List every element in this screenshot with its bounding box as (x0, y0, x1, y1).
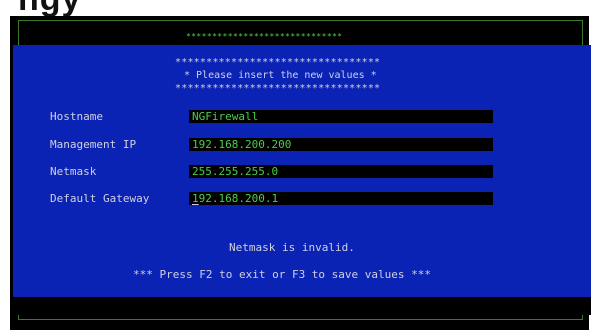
default-gateway-value: 192.168.200.1 (192, 192, 278, 205)
default-gateway-value-rest: 92.168.200.1 (198, 192, 279, 205)
default-gateway-field[interactable]: 192.168.200.1 (189, 192, 493, 205)
page: ngy ****************************** *****… (0, 0, 599, 334)
help-message: *** Press F2 to exit or F3 to save value… (133, 268, 432, 281)
hostname-value: NGFirewall (192, 110, 259, 123)
cut-off-title: ngy (18, 0, 81, 16)
netmask-value: 255.255.255.0 (192, 165, 279, 178)
error-message: Netmask is invalid. (229, 241, 355, 254)
header-stars-top: ********************************* (175, 57, 381, 68)
management-ip-value: 192.168.200.200 (192, 138, 292, 151)
top-stars-banner: ****************************** (186, 32, 343, 41)
bottom-bar (13, 297, 591, 315)
management-ip-field[interactable]: 192.168.200.200 (189, 138, 493, 151)
text-cursor: 1 (192, 192, 199, 205)
netmask-label: Netmask (50, 165, 97, 178)
hostname-field[interactable]: NGFirewall (189, 110, 493, 123)
management-ip-label: Management IP (50, 138, 137, 151)
default-gateway-label: Default Gateway (50, 192, 150, 205)
hostname-label: Hostname (50, 110, 103, 123)
header-stars-bottom: ********************************* (175, 83, 381, 94)
netmask-field[interactable]: 255.255.255.0 (189, 165, 493, 178)
header-title: * Please insert the new values * (184, 70, 377, 81)
